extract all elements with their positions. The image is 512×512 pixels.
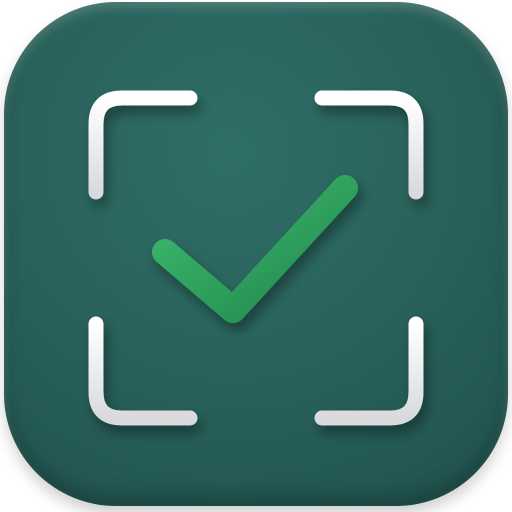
- scan-frame-icon: [88, 90, 424, 426]
- icon-art: [88, 90, 424, 426]
- scan-corner-top-left: [88, 90, 198, 200]
- icon-stage: [0, 0, 512, 512]
- scan-corner-bottom-right: [314, 316, 424, 426]
- scan-corner-bottom-left: [88, 316, 198, 426]
- scan-corner-top-right: [314, 90, 424, 200]
- checkmark-icon: [152, 175, 358, 323]
